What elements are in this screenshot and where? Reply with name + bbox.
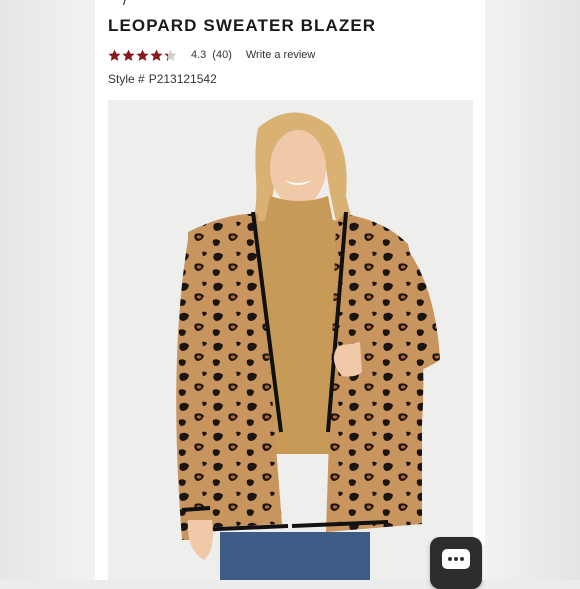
background-right xyxy=(485,0,580,580)
style-value: P213121542 xyxy=(148,72,217,86)
logo-fragment: / xyxy=(123,0,127,8)
rating-row: 4.3 (40) Write a review xyxy=(108,46,315,64)
star-icon xyxy=(164,49,177,62)
star-icon xyxy=(122,49,135,62)
style-label: Style # xyxy=(108,72,145,86)
chat-icon xyxy=(442,549,470,569)
chat-button[interactable] xyxy=(430,537,482,589)
star-icon xyxy=(108,49,121,62)
star-rating[interactable] xyxy=(108,49,177,62)
rating-value: 4.3 xyxy=(191,49,207,61)
style-number: Style # P213121542 xyxy=(108,72,221,86)
product-page: / LEOPARD SWEATER BLAZER 4.3 (40) Write … xyxy=(95,0,485,580)
write-review-link[interactable]: Write a review xyxy=(246,49,315,61)
review-count[interactable]: (40) xyxy=(212,49,232,61)
product-title: LEOPARD SWEATER BLAZER xyxy=(108,16,377,35)
product-image[interactable] xyxy=(108,100,473,580)
product-photo xyxy=(176,112,440,580)
background-left xyxy=(0,0,95,580)
star-icon xyxy=(136,49,149,62)
star-icon xyxy=(150,49,163,62)
